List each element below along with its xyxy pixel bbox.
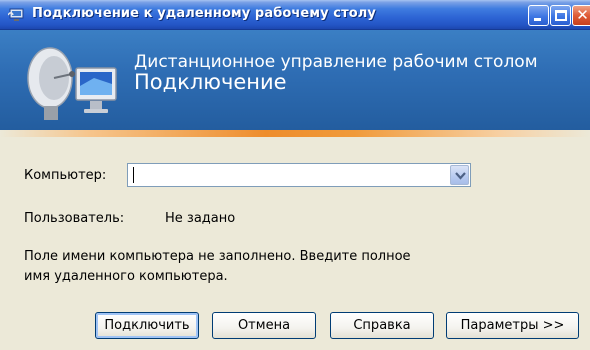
options-button[interactable]: Параметры >> — [446, 312, 579, 339]
remote-desktop-icon — [8, 8, 24, 21]
remote-desktop-dialog: Подключение к удаленному рабочему столу … — [0, 0, 590, 350]
status-message-line2: имя удаленного компьютера. — [24, 269, 228, 284]
remote-desktop-monitor-icon — [27, 47, 117, 120]
cancel-button[interactable]: Отмена — [212, 312, 316, 339]
close-button[interactable]: ✕ — [572, 5, 590, 26]
banner-subtitle: Дистанционное управление рабочим столом — [134, 52, 538, 72]
help-button[interactable]: Справка — [330, 312, 434, 339]
text-caret — [133, 167, 134, 183]
banner-title: Подключение — [134, 70, 287, 94]
chevron-down-icon — [455, 172, 466, 180]
close-icon: ✕ — [576, 6, 589, 24]
minimize-button[interactable] — [528, 5, 549, 26]
maximize-button[interactable] — [550, 5, 571, 26]
computer-label: Компьютер: — [24, 168, 107, 183]
user-value: Не задано — [165, 211, 236, 226]
header-banner: Дистанционное управление рабочим столом … — [0, 30, 590, 130]
computer-input[interactable] — [132, 166, 442, 184]
minimize-icon — [534, 18, 541, 21]
connect-button[interactable]: Подключить — [95, 312, 199, 339]
computer-dropdown-button[interactable] — [450, 165, 469, 185]
accent-divider — [0, 130, 590, 137]
maximize-icon — [555, 10, 567, 21]
user-label: Пользователь: — [24, 211, 125, 226]
window-title: Подключение к удаленному рабочему столу — [32, 6, 376, 21]
computer-combobox[interactable] — [127, 163, 471, 187]
status-message-line1: Поле имени компьютера не заполнено. Введ… — [24, 249, 411, 264]
title-bar[interactable]: Подключение к удаленному рабочему столу … — [0, 0, 590, 30]
